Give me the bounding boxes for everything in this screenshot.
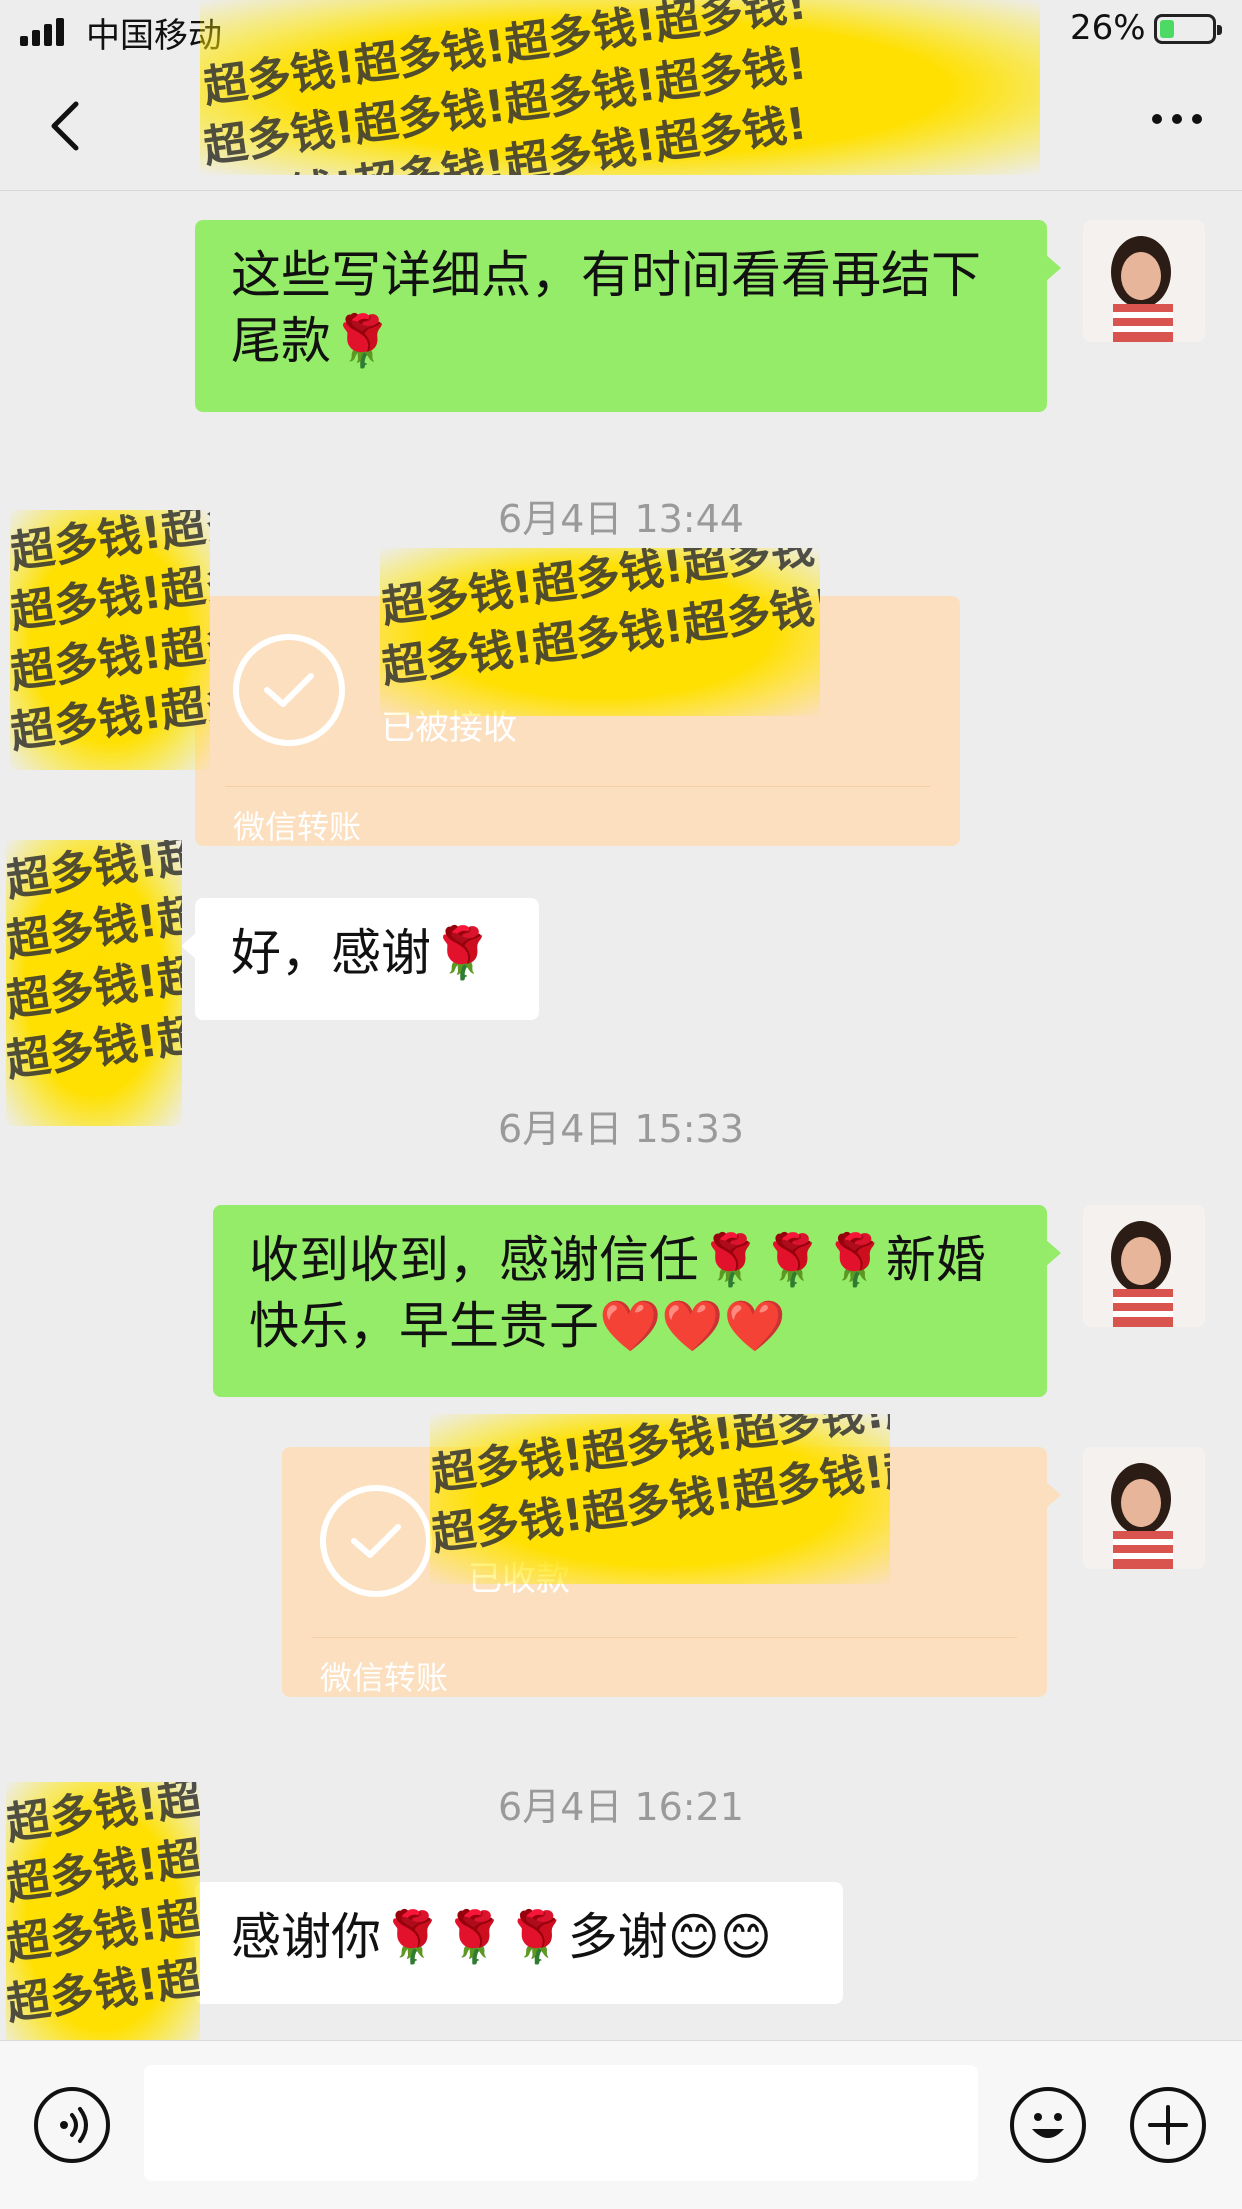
redaction-blur: 超多钱!超多钱!超多钱!超多钱! 超多钱!超多钱!超多钱!超多钱! [430,1414,890,1584]
message-bubble-received[interactable]: 好，感谢🌹 [181,898,539,1020]
battery-icon [1154,14,1222,44]
divider [225,786,930,787]
avatar[interactable] [1083,1447,1205,1569]
message-bubble-received[interactable]: 感谢你🌹🌹🌹多谢😊😊 [181,1882,843,2004]
more-button[interactable] [1152,114,1202,124]
avatar[interactable] [1083,220,1205,342]
transfer-label: 微信转账 [233,808,362,846]
transfer-label: 微信转账 [320,1659,449,1697]
battery-percent: 26% [1070,8,1146,48]
emoji-icon[interactable] [1010,2087,1086,2163]
message-text: 这些写详细点，有时间看看再结下尾款🌹 [231,246,981,370]
redaction-blur-avatar: 超多钱!超多钱!超多钱!超多钱! 超多钱!超多钱!超多钱!超多钱! 超多钱!超多钱!… [10,510,210,770]
message-text: 收到收到，感谢信任🌹🌹🌹新婚快乐，早生贵子❤️❤️❤️ [249,1231,986,1355]
plus-icon[interactable] [1130,2087,1206,2163]
check-circle-icon [233,634,345,746]
redaction-blur: 超多钱!超多钱!超多钱!超多钱! 超多钱!超多钱!超多钱!超多钱! [380,548,820,716]
signal-icon [20,18,64,46]
chevron-left-icon[interactable] [40,96,100,156]
message-bubble-sent[interactable]: 这些写详细点，有时间看看再结下尾款🌹 [195,220,1061,412]
message-text: 感谢你🌹🌹🌹多谢😊😊 [231,1908,773,1966]
avatar[interactable] [1083,1205,1205,1327]
divider [312,1637,1017,1638]
message-text: 好，感谢🌹 [231,924,494,982]
redaction-blur: 超多钱!超多钱!超多钱!超多钱! 超多钱!超多钱!超多钱!超多钱! 超多钱!超多钱!… [200,0,1040,175]
input-bar [0,2040,1242,2209]
message-bubble-sent[interactable]: 收到收到，感谢信任🌹🌹🌹新婚快乐，早生贵子❤️❤️❤️ [213,1205,1061,1397]
timestamp: 6月4日 15:33 [498,1107,744,1151]
redaction-blur-avatar: 超多钱!超多钱!超多钱!超多钱! 超多钱!超多钱!超多钱!超多钱! 超多钱!超多钱!… [6,840,182,1126]
check-circle-icon [320,1485,432,1597]
voice-icon[interactable] [34,2087,110,2163]
message-input[interactable] [144,2065,978,2181]
redaction-blur-avatar: 超多钱!超多钱!超多钱!超多钱! 超多钱!超多钱!超多钱!超多钱! 超多钱!超多钱!… [6,1782,200,2060]
